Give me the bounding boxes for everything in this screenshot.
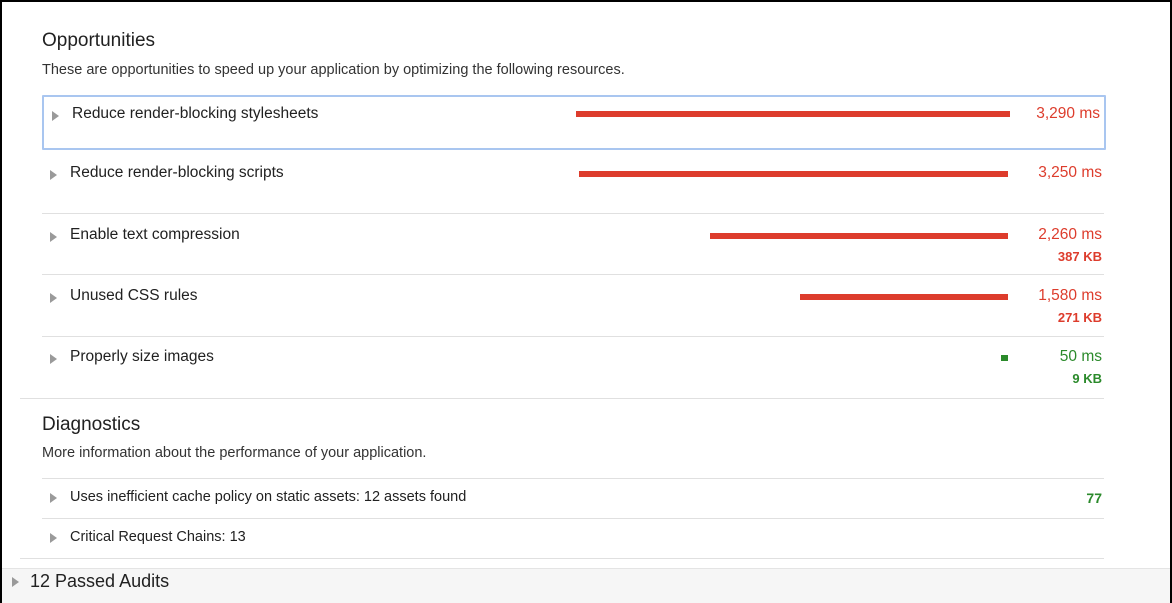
opportunity-value: 3,250 ms [1038,164,1102,181]
opportunity-bar [1001,355,1008,361]
diagnostic-row-cache-policy[interactable]: Uses inefficient cache policy on static … [42,479,1106,517]
opportunity-value: 50 ms [1059,348,1102,365]
opportunity-size: 9 KB [1072,371,1102,386]
opportunity-row-render-blocking-stylesheets[interactable]: Reduce render-blocking stylesheets 3,290… [42,95,1106,150]
section-divider [20,558,1104,559]
opportunity-bar [800,294,1008,300]
diagnostic-label: Critical Request Chains: 13 [70,529,246,545]
opportunity-label: Properly size images [70,348,214,365]
opportunity-bar [579,171,1008,177]
expand-triangle-icon [50,354,57,364]
expand-triangle-icon [50,293,57,303]
diagnostic-label: Uses inefficient cache policy on static … [70,489,467,505]
opportunity-row-unused-css[interactable]: Unused CSS rules 1,580 ms 271 KB [42,275,1106,335]
passed-audits-toggle[interactable]: 12 Passed Audits [2,569,402,599]
section-divider [20,398,1104,399]
opportunity-label: Reduce render-blocking scripts [70,164,284,181]
expand-triangle-icon [52,111,59,121]
expand-triangle-icon [50,170,57,180]
diagnostics-description: More information about the performance o… [42,445,427,461]
opportunity-size: 387 KB [1057,249,1102,264]
passed-audits-label: 12 Passed Audits [30,571,170,591]
expand-triangle-icon [50,232,57,242]
opportunity-row-properly-size-images[interactable]: Properly size images 50 ms 9 KB [42,337,1106,397]
opportunity-row-text-compression[interactable]: Enable text compression 2,260 ms 387 KB [42,214,1106,274]
expand-triangle-icon [50,493,57,503]
opportunity-value: 1,580 ms [1038,287,1102,304]
opportunity-label: Unused CSS rules [70,287,198,304]
opportunity-value: 3,290 ms [1036,105,1100,122]
opportunity-row-render-blocking-scripts[interactable]: Reduce render-blocking scripts 3,250 ms [42,152,1106,212]
diagnostics-title: Diagnostics [42,414,141,435]
expand-triangle-icon [50,533,57,543]
diagnostic-score: 77 [1086,490,1102,506]
opportunity-value: 2,260 ms [1038,226,1102,243]
audit-panel: Opportunities These are opportunities to… [0,0,1172,603]
opportunity-bar [710,233,1008,239]
opportunity-label: Enable text compression [70,226,240,243]
opportunities-title: Opportunities [42,30,156,51]
opportunity-bar [576,111,1010,117]
opportunity-label: Reduce render-blocking stylesheets [72,105,319,122]
diagnostic-row-critical-request-chains[interactable]: Critical Request Chains: 13 [42,519,1106,557]
opportunity-size: 271 KB [1057,310,1102,325]
expand-triangle-icon [12,577,19,587]
opportunities-description: These are opportunities to speed up your… [42,62,625,78]
